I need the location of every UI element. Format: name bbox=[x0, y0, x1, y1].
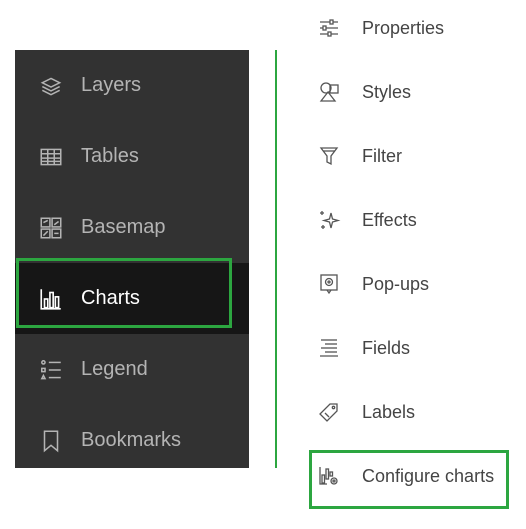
nav-item-basemap[interactable]: Basemap bbox=[15, 192, 249, 263]
menu-item-fields[interactable]: Fields bbox=[316, 328, 410, 368]
chart-icon bbox=[37, 285, 65, 313]
menu-item-label: Filter bbox=[362, 145, 402, 166]
menu-item-configure-charts[interactable]: Configure charts bbox=[316, 456, 494, 496]
menu-item-effects[interactable]: Effects bbox=[316, 200, 417, 240]
menu-item-label: Configure charts bbox=[362, 465, 495, 486]
legend-icon bbox=[37, 356, 65, 384]
basemap-icon bbox=[37, 214, 65, 242]
table-icon bbox=[37, 143, 65, 171]
bookmark-icon bbox=[37, 427, 65, 455]
panel-divider bbox=[275, 50, 277, 468]
nav-item-legend[interactable]: Legend bbox=[15, 334, 249, 405]
nav-item-label: Basemap bbox=[81, 216, 166, 238]
menu-item-label: Properties bbox=[362, 17, 445, 38]
menu-item-label: Labels bbox=[362, 401, 416, 422]
fields-icon bbox=[316, 335, 342, 361]
menu-item-labels[interactable]: Labels bbox=[316, 392, 415, 432]
nav-item-label: Charts bbox=[81, 287, 140, 309]
menu-item-label: Fields bbox=[362, 337, 411, 358]
menu-item-label: Effects bbox=[362, 209, 417, 230]
menu-item-label: Pop-ups bbox=[362, 273, 430, 294]
menu-item-popups[interactable]: Pop-ups bbox=[316, 264, 429, 304]
nav-item-label: Tables bbox=[81, 145, 139, 167]
nav-item-label: Layers bbox=[81, 74, 142, 96]
shapes-icon bbox=[316, 79, 342, 105]
menu-item-label: Styles bbox=[362, 81, 412, 102]
label-tag-icon bbox=[316, 399, 342, 425]
nav-item-layers[interactable]: Layers bbox=[15, 50, 249, 121]
configure-chart-icon bbox=[316, 463, 342, 489]
nav-item-label: Bookmarks bbox=[81, 429, 182, 451]
sparkle-icon bbox=[316, 207, 342, 233]
popup-icon bbox=[316, 271, 342, 297]
menu-item-properties[interactable]: Properties bbox=[316, 8, 444, 48]
nav-item-label: Legend bbox=[81, 358, 148, 380]
left-nav-panel: Layers Tables Basemap Charts Legend Book… bbox=[15, 50, 249, 468]
menu-item-filter[interactable]: Filter bbox=[316, 136, 402, 176]
nav-item-charts[interactable]: Charts bbox=[15, 263, 249, 334]
nav-item-bookmarks[interactable]: Bookmarks bbox=[15, 405, 249, 476]
menu-item-styles[interactable]: Styles bbox=[316, 72, 411, 112]
layers-icon bbox=[37, 72, 65, 100]
sliders-icon bbox=[316, 15, 342, 41]
nav-item-tables[interactable]: Tables bbox=[15, 121, 249, 192]
filter-icon bbox=[316, 143, 342, 169]
